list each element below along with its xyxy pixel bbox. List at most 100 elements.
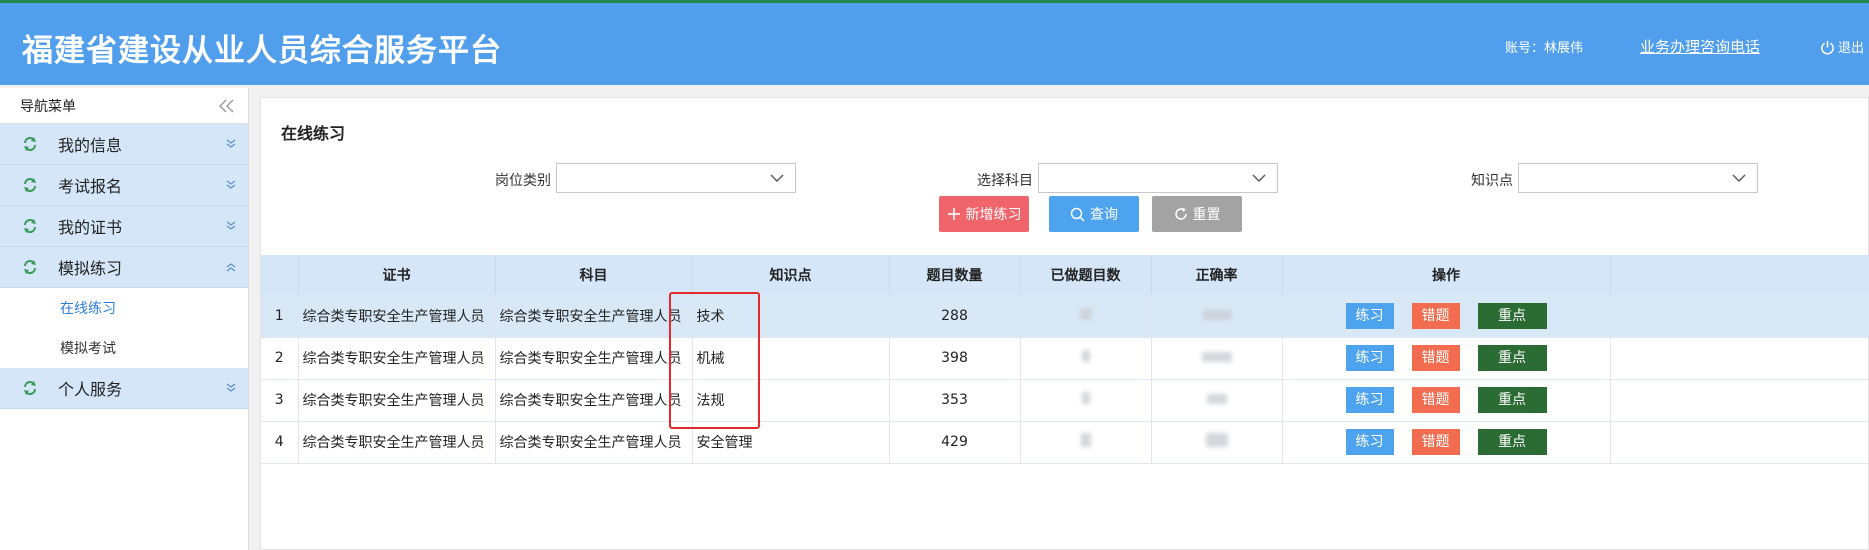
- chevron-down-double-icon: [226, 180, 236, 189]
- row-filler: [1610, 295, 1869, 338]
- query-label: 查询: [1090, 207, 1118, 223]
- reset-button[interactable]: 重置: [1152, 196, 1242, 232]
- table-row[interactable]: 4 综合类专职安全生产管理人员 综合类专职安全生产管理人员 安全管理 429 练…: [261, 421, 1869, 464]
- row-question-count: 429: [889, 421, 1021, 464]
- row-actions: 练习 错题 重点: [1282, 295, 1611, 338]
- wrong-questions-button[interactable]: 错题: [1411, 429, 1460, 455]
- row-index: 4: [261, 421, 299, 464]
- sidebar-item-personal-services[interactable]: 个人服务: [0, 368, 248, 409]
- sync-icon: [24, 219, 36, 233]
- sidebar-item-mock-practice[interactable]: 模拟练习: [0, 247, 248, 288]
- row-actions: 练习 错题 重点: [1282, 421, 1611, 464]
- row-filler: [1610, 421, 1869, 464]
- col-header-knowledge-point: 知识点: [692, 255, 890, 295]
- sync-icon: [24, 381, 36, 395]
- knowledge-point-label: 知识点: [1471, 173, 1513, 189]
- logout-button[interactable]: 退出: [1820, 37, 1864, 56]
- sidebar-subitem-mock-exam[interactable]: 模拟考试: [0, 328, 248, 368]
- site-title: 福建省建设从业人员综合服务平台: [22, 33, 502, 69]
- account-label: 账号：林展伟: [1505, 41, 1584, 56]
- sidebar-header: 导航菜单: [0, 88, 248, 124]
- row-accuracy: [1151, 421, 1283, 464]
- search-icon: [1070, 207, 1085, 222]
- sidebar-item-label: 我的证书: [58, 218, 123, 237]
- key-points-button[interactable]: 重点: [1477, 387, 1547, 413]
- knowledge-point-select[interactable]: [1518, 163, 1758, 193]
- key-points-button[interactable]: 重点: [1477, 345, 1547, 371]
- practice-button[interactable]: 练习: [1345, 345, 1394, 371]
- table-row[interactable]: 2 综合类专职安全生产管理人员 综合类专职安全生产管理人员 机械 398 练习错…: [261, 337, 1869, 380]
- col-header-index: [261, 255, 299, 295]
- sidebar-item-my-info[interactable]: 我的信息: [0, 124, 248, 165]
- chevron-down-icon: [1732, 174, 1746, 182]
- row-certificate: 综合类专职安全生产管理人员: [298, 379, 496, 422]
- table-row[interactable]: 1 综合类专职安全生产管理人员 综合类专职安全生产管理人员 技术 288 练习错…: [261, 295, 1869, 338]
- add-practice-button[interactable]: 新增练习: [939, 196, 1029, 232]
- sync-icon: [24, 137, 36, 151]
- practice-button[interactable]: 练习: [1345, 302, 1394, 329]
- row-index: 2: [261, 337, 299, 380]
- row-filler: [1610, 379, 1869, 422]
- post-category-select[interactable]: [556, 163, 796, 193]
- hotline-link[interactable]: 业务办理咨询电话: [1640, 36, 1760, 57]
- sidebar-item-exam-registration[interactable]: 考试报名: [0, 165, 248, 206]
- key-points-button[interactable]: 重点: [1477, 429, 1547, 455]
- chevron-down-icon: [1252, 174, 1266, 182]
- chevron-down-double-icon: [226, 221, 236, 230]
- wrong-questions-button[interactable]: 错题: [1411, 345, 1460, 371]
- wrong-questions-button[interactable]: 错题: [1411, 302, 1460, 329]
- post-category-label: 岗位类别: [495, 173, 551, 189]
- redacted-value: [1205, 433, 1228, 447]
- chevron-down-double-icon: [226, 383, 236, 392]
- practice-table: 证书 科目 知识点 题目数量 已做题目数 正确率 操作 1 综合类专职安全生产管…: [261, 255, 1869, 464]
- row-certificate: 综合类专职安全生产管理人员: [298, 295, 496, 338]
- row-actions: 练习 错题 重点: [1282, 379, 1611, 422]
- header-bar: 福建省建设从业人员综合服务平台 账号：林展伟 业务办理咨询电话 退出: [0, 3, 1869, 85]
- page-title: 在线练习: [281, 124, 346, 143]
- col-header-certificate: 证书: [298, 255, 496, 295]
- col-header-subject: 科目: [495, 255, 693, 295]
- col-header-question-count: 题目数量: [889, 255, 1021, 295]
- row-certificate: 综合类专职安全生产管理人员: [298, 337, 496, 380]
- sidebar-subitem-online-practice[interactable]: 在线练习: [0, 288, 248, 328]
- chevron-down-double-icon: [226, 139, 236, 148]
- double-chevron-left-icon[interactable]: [216, 97, 238, 115]
- sidebar: 导航菜单 我的信息 考试报名 我的证书 模拟练习 在线练习 模拟考试 个人服务: [0, 88, 249, 550]
- practice-button[interactable]: 练习: [1345, 387, 1394, 413]
- row-filler: [1610, 337, 1869, 380]
- row-accuracy: [1151, 295, 1283, 338]
- row-done-count: [1020, 379, 1152, 422]
- sidebar-title: 导航菜单: [20, 98, 76, 115]
- query-button[interactable]: 查询: [1049, 196, 1139, 232]
- table-row[interactable]: 3 综合类专职安全生产管理人员 综合类专职安全生产管理人员 法规 353 练习错…: [261, 379, 1869, 422]
- practice-button[interactable]: 练习: [1345, 429, 1394, 455]
- row-knowledge-point: 安全管理: [692, 421, 890, 464]
- redacted-value: [1201, 352, 1232, 362]
- row-done-count: [1020, 421, 1152, 464]
- wrong-questions-button[interactable]: 错题: [1411, 387, 1460, 413]
- refresh-icon: [1174, 207, 1187, 220]
- sync-icon: [24, 260, 36, 274]
- row-index: 3: [261, 379, 299, 422]
- row-accuracy: [1151, 337, 1283, 380]
- power-icon: [1821, 40, 1834, 55]
- sidebar-item-label: 考试报名: [58, 177, 123, 196]
- redacted-value: [1206, 394, 1227, 404]
- redacted-value: [1079, 307, 1092, 320]
- subject-label: 选择科目: [977, 173, 1033, 189]
- chevron-down-icon: [770, 174, 784, 182]
- key-points-button[interactable]: 重点: [1477, 302, 1547, 329]
- sidebar-item-label: 模拟练习: [58, 259, 123, 278]
- sidebar-item-my-certificates[interactable]: 我的证书: [0, 206, 248, 247]
- row-done-count: [1020, 337, 1152, 380]
- redacted-value: [1202, 309, 1231, 320]
- sidebar-item-label: 我的信息: [58, 136, 123, 155]
- add-practice-label: 新增练习: [965, 207, 1022, 223]
- row-subject: 综合类专职安全生产管理人员: [495, 379, 693, 422]
- subject-select[interactable]: [1038, 163, 1278, 193]
- row-index: 1: [261, 295, 299, 338]
- col-header-actions: 操作: [1282, 255, 1611, 295]
- row-knowledge-point: 机械: [692, 337, 890, 380]
- col-header-filler: [1610, 255, 1869, 295]
- col-header-accuracy: 正确率: [1151, 255, 1283, 295]
